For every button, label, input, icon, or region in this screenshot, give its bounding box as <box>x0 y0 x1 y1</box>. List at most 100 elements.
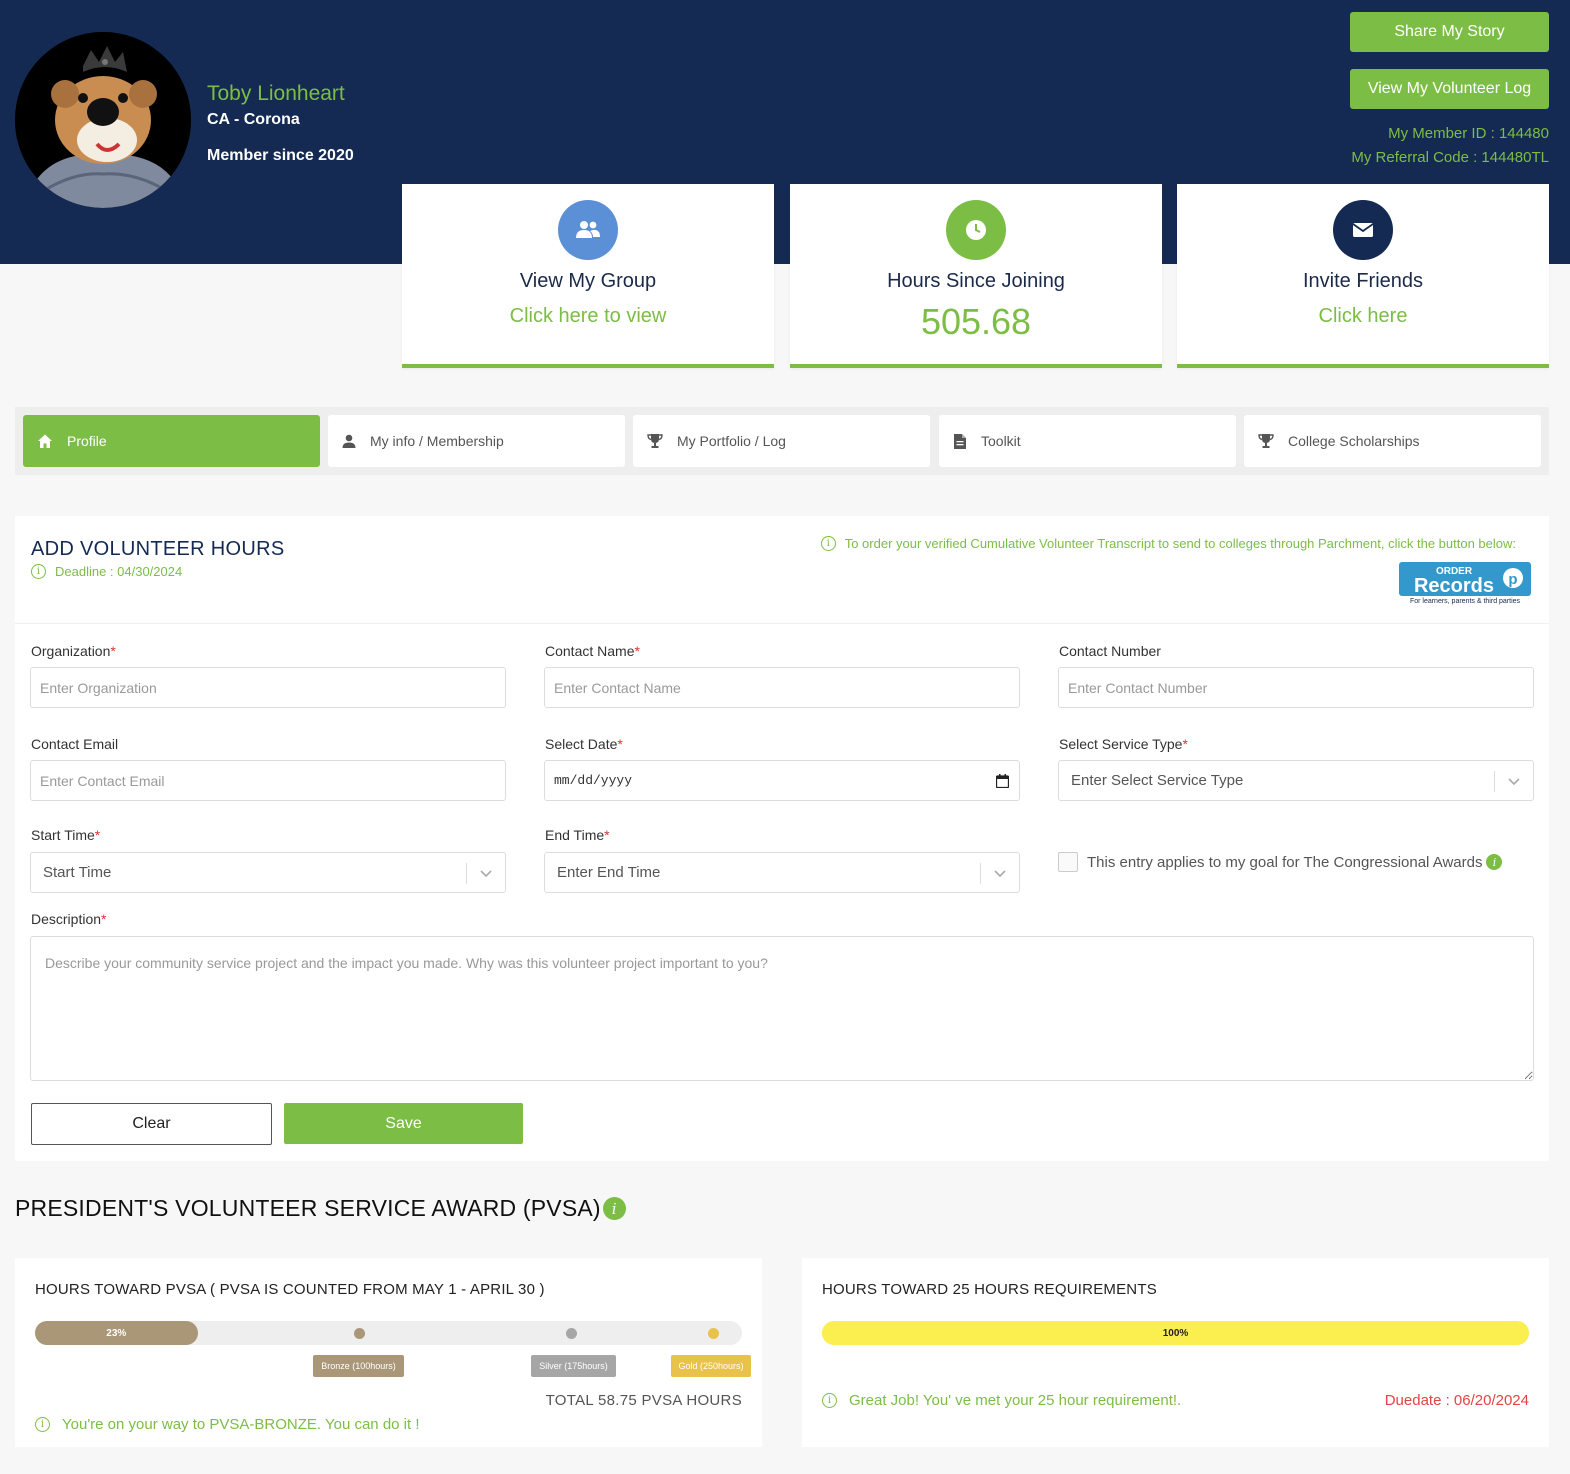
referral-code: My Referral Code : 144480TL <box>1351 149 1549 166</box>
contact-name-label: Contact Name* <box>545 643 640 659</box>
card-title: View My Group <box>519 270 657 292</box>
svg-text:p: p <box>1508 571 1517 588</box>
tab-profile[interactable]: Profile <box>23 415 320 467</box>
requirement-title: HOURS TOWARD 25 HOURS REQUIREMENTS <box>822 1281 1157 1298</box>
card-title: Hours Since Joining <box>887 270 1065 292</box>
pvsa-hours-card: HOURS TOWARD PVSA ( PVSA IS COUNTED FROM… <box>15 1258 762 1447</box>
bronze-milestone-tag: Bronze (100hours) <box>313 1355 404 1377</box>
pvsa-progress-track: 23% <box>35 1321 742 1345</box>
chevron-down-icon <box>994 870 1006 878</box>
user-name: Toby Lionheart <box>207 82 345 105</box>
congressional-awards-label: This entry applies to my goal for The Co… <box>1087 853 1483 871</box>
info-icon: i <box>822 1393 837 1408</box>
avatar <box>15 32 191 208</box>
pvsa-total-hours: TOTAL 58.75 PVSA HOURS <box>545 1392 742 1409</box>
view-group-link[interactable]: Click here to view <box>402 305 774 328</box>
profile-tabs: Profile My info / Membership My Portfoli… <box>15 407 1549 475</box>
tab-label: My Portfolio / Log <box>677 433 786 449</box>
view-volunteer-log-button[interactable]: View My Volunteer Log <box>1350 69 1549 109</box>
card-title: Invite Friends <box>1302 270 1424 292</box>
select-date-label: Select Date* <box>545 736 623 752</box>
gold-milestone-tag: Gold (250hours) <box>671 1355 751 1377</box>
tab-label: My info / Membership <box>370 433 504 449</box>
deadline: i Deadline : 04/30/2024 <box>31 564 182 579</box>
pvsa-progress-fill: 23% <box>35 1321 198 1345</box>
pvsa-hours-title: HOURS TOWARD PVSA ( PVSA IS COUNTED FROM… <box>35 1281 545 1298</box>
select-date-input[interactable]: mm/dd/yyyy <box>544 760 1020 801</box>
tab-my-info-membership[interactable]: My info / Membership <box>328 415 625 467</box>
info-icon: i <box>31 564 46 579</box>
hours-value: 505.68 <box>920 301 1032 342</box>
hours-since-joining-card: Hours Since Joining 505.68 <box>790 184 1162 368</box>
view-group-card[interactable]: View My Group Click here to view <box>402 184 774 368</box>
info-icon: i <box>820 536 836 551</box>
service-type-select[interactable]: Enter Select Service Type <box>1058 760 1534 801</box>
calendar-icon[interactable] <box>996 774 1009 788</box>
gold-milestone-dot <box>708 1328 719 1339</box>
requirement-progress-label: 100% <box>1162 1327 1189 1339</box>
group-icon <box>558 200 618 260</box>
order-logo-sub: For learners, parents & third parties <box>1410 598 1521 605</box>
silver-milestone-dot <box>566 1328 577 1339</box>
description-textarea[interactable] <box>30 936 1534 1081</box>
share-my-story-button[interactable]: Share My Story <box>1350 12 1549 52</box>
date-placeholder: mm/dd/yyyy <box>554 773 633 788</box>
hours-requirement-card: HOURS TOWARD 25 HOURS REQUIREMENTS 100% … <box>802 1258 1549 1447</box>
organization-input[interactable] <box>30 667 506 708</box>
document-icon <box>954 433 966 449</box>
end-time-label: End Time* <box>545 827 610 843</box>
silver-milestone-tag: Silver (175hours) <box>531 1355 616 1377</box>
add-volunteer-hours-panel: ADD VOLUNTEER HOURS i Deadline : 04/30/2… <box>15 516 1549 1161</box>
tab-label: Profile <box>67 433 107 449</box>
service-type-placeholder: Enter Select Service Type <box>1071 772 1244 789</box>
congressional-awards-checkbox[interactable] <box>1058 852 1078 872</box>
start-time-placeholder: Start Time <box>43 864 112 881</box>
start-time-select[interactable]: Start Time <box>30 852 506 893</box>
user-icon <box>342 434 356 448</box>
trophy-icon <box>1258 434 1274 448</box>
deadline-text: Deadline : 04/30/2024 <box>55 564 183 579</box>
chevron-down-icon <box>480 870 492 878</box>
contact-name-input[interactable] <box>544 667 1020 708</box>
organization-label: Organization* <box>31 643 116 659</box>
pvsa-progress-label: 23% <box>106 1327 127 1339</box>
pvsa-encouragement: i You're on your way to PVSA-BRONZE. You… <box>35 1416 420 1433</box>
trophy-icon <box>647 434 663 448</box>
invite-friends-link[interactable]: Click here <box>1177 305 1549 328</box>
end-time-select[interactable]: Enter End Time <box>544 852 1020 893</box>
info-icon: i <box>35 1417 50 1432</box>
home-icon <box>38 434 52 448</box>
contact-email-label: Contact Email <box>31 736 119 752</box>
contact-number-input[interactable] <box>1058 667 1534 708</box>
member-id: My Member ID : 144480 <box>1388 125 1549 142</box>
transcript-note: i To order your verified Cumulative Volu… <box>820 536 1516 551</box>
mascot-avatar-icon <box>15 32 191 208</box>
end-time-placeholder: Enter End Time <box>557 864 661 881</box>
envelope-icon <box>1333 200 1393 260</box>
chevron-down-icon <box>1508 778 1520 786</box>
order-logo-main: Records <box>1414 575 1494 597</box>
tab-label: Toolkit <box>981 433 1021 449</box>
requirement-duedate: Duedate : 06/20/2024 <box>1384 1392 1529 1409</box>
pvsa-section-title: PRESIDENT'S VOLUNTEER SERVICE AWARD (PVS… <box>15 1195 626 1222</box>
tab-toolkit[interactable]: Toolkit <box>939 415 1236 467</box>
contact-number-label: Contact Number <box>1059 643 1161 659</box>
start-time-label: Start Time* <box>31 827 101 843</box>
contact-email-input[interactable] <box>30 760 506 801</box>
tab-my-portfolio-log[interactable]: My Portfolio / Log <box>633 415 930 467</box>
clear-button[interactable]: Clear <box>31 1103 272 1145</box>
tab-college-scholarships[interactable]: College Scholarships <box>1244 415 1541 467</box>
save-button[interactable]: Save <box>284 1103 523 1144</box>
form-title: ADD VOLUNTEER HOURS <box>31 538 285 560</box>
order-records-button[interactable]: ORDER Records p For learners, parents & … <box>1399 561 1531 605</box>
member-since: Member since 2020 <box>207 147 354 164</box>
requirement-note: i Great Job! You' ve met your 25 hour re… <box>822 1392 1181 1409</box>
requirement-progress-track: 100% <box>822 1321 1529 1345</box>
congressional-awards-row: This entry applies to my goal for The Co… <box>1058 852 1503 872</box>
invite-friends-card[interactable]: Invite Friends Click here <box>1177 184 1549 368</box>
divider <box>15 623 1549 624</box>
bronze-milestone-dot <box>354 1328 365 1339</box>
info-icon[interactable]: i <box>602 1197 626 1220</box>
transcript-note-text: To order your verified Cumulative Volunt… <box>844 536 1516 551</box>
info-icon[interactable]: i <box>1486 854 1503 870</box>
